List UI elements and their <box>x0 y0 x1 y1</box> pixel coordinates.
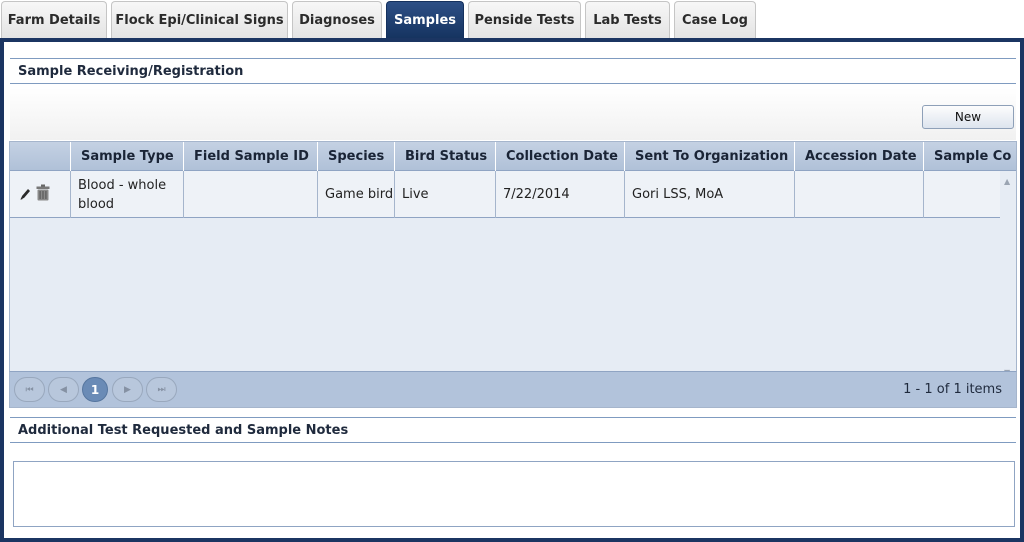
grid-pager: ⏮ ◀ 1 ▶ ⏭ 1 - 1 of 1 items <box>9 371 1017 408</box>
last-page-button[interactable]: ⏭ <box>146 377 177 402</box>
new-sample-button[interactable]: New <box>922 105 1014 129</box>
sample-receiving-header: Sample Receiving/Registration <box>10 58 1016 84</box>
table-row[interactable]: Blood - whole blood Game bird Live 7/22/… <box>10 171 1000 218</box>
tab-flock-epi-clinical-signs[interactable]: Flock Epi/Clinical Signs <box>111 1 288 39</box>
tab-case-log[interactable]: Case Log <box>674 1 756 39</box>
column-header-species[interactable]: Species <box>317 142 394 171</box>
cell-sent-to-organization: Gori LSS, MoA <box>624 171 794 218</box>
grid-header: Sample Type Field Sample ID Species Bird… <box>10 142 1016 171</box>
tab-farm-details[interactable]: Farm Details <box>1 1 107 39</box>
first-page-button[interactable]: ⏮ <box>14 377 45 402</box>
cell-species: Game bird <box>317 171 394 218</box>
notes-section-header: Additional Test Requested and Sample Not… <box>10 417 1016 443</box>
column-header-bird-status[interactable]: Bird Status <box>394 142 495 171</box>
column-header-accession-date[interactable]: Accession Date <box>794 142 923 171</box>
row-actions <box>10 171 70 218</box>
tab-lab-tests[interactable]: Lab Tests <box>585 1 670 39</box>
vertical-scrollbar[interactable]: ▲ ▼ <box>1000 171 1016 386</box>
notes-section-title: Additional Test Requested and Sample Not… <box>18 422 349 438</box>
pencil-icon[interactable] <box>19 186 31 205</box>
samples-panel: Sample Receiving/Registration New Sample… <box>0 38 1024 542</box>
column-header-sample-condition[interactable]: Sample Co <box>923 142 1016 171</box>
samples-grid: Sample Type Field Sample ID Species Bird… <box>9 141 1017 408</box>
tab-bar: Farm Details Flock Epi/Clinical Signs Di… <box>0 0 1024 39</box>
grid-toolbar: New <box>10 88 1016 140</box>
tab-samples[interactable]: Samples <box>386 1 464 39</box>
cell-collection-date: 7/22/2014 <box>495 171 624 218</box>
section-title: Sample Receiving/Registration <box>18 63 244 79</box>
column-header-sent-to-organization[interactable]: Sent To Organization <box>624 142 794 171</box>
cell-sample-condition <box>923 171 1000 218</box>
next-page-button[interactable]: ▶ <box>112 377 143 402</box>
sample-notes-textarea[interactable] <box>13 461 1015 527</box>
scroll-up-icon[interactable]: ▲ <box>1004 177 1010 186</box>
previous-page-button[interactable]: ◀ <box>48 377 79 402</box>
actions-column-header <box>10 142 70 171</box>
tab-penside-tests[interactable]: Penside Tests <box>468 1 581 39</box>
trash-icon[interactable] <box>36 184 50 205</box>
cell-sample-type: Blood - whole blood <box>70 171 183 218</box>
column-header-field-sample-id[interactable]: Field Sample ID <box>183 142 317 171</box>
cell-accession-date <box>794 171 923 218</box>
page-number-button[interactable]: 1 <box>82 377 108 402</box>
column-header-sample-type[interactable]: Sample Type <box>70 142 183 171</box>
cell-bird-status: Live <box>394 171 495 218</box>
pager-info: 1 - 1 of 1 items <box>903 382 1002 397</box>
cell-field-sample-id <box>183 171 317 218</box>
tab-diagnoses[interactable]: Diagnoses <box>292 1 382 39</box>
column-header-collection-date[interactable]: Collection Date <box>495 142 624 171</box>
